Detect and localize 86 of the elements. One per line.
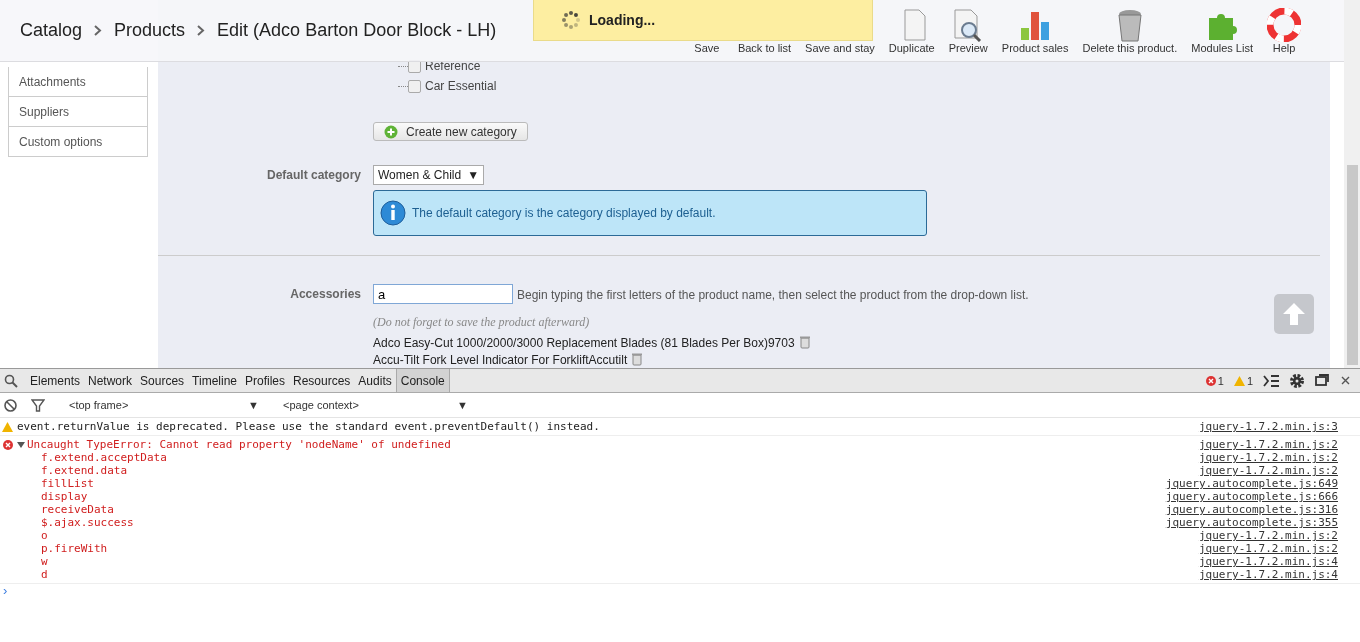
sidebar-item[interactable]: Suppliers [8, 97, 148, 127]
hint-text: Begin typing the first letters of the product name, then select the product from the drop-down list. [517, 287, 1029, 304]
toolbar-button[interactable]: Modules List [1184, 6, 1260, 54]
accessory-name: Accu-Tilt Fork Level Indicator For ForkliftAccutilt [373, 352, 628, 367]
stack-frame: o [41, 529, 48, 542]
source-link[interactable]: jquery.autocomplete.js:666 [1165, 490, 1338, 503]
toolbar-button[interactable]: Save and stay [798, 42, 882, 54]
message-text: event.returnValue is deprecated. Please use the standard event.preventDefault() instead. [17, 420, 600, 433]
source-link[interactable]: jquery.autocomplete.js:649 [1165, 477, 1338, 490]
devtools-tab[interactable]: Timeline [188, 369, 241, 392]
warning-count: 1 [1246, 374, 1253, 387]
context-select[interactable]: <page context> ▼ [273, 399, 468, 411]
expand-arrow-icon[interactable] [17, 440, 25, 449]
settings-icon[interactable] [1289, 372, 1305, 389]
breadcrumb-item[interactable]: Catalog [20, 20, 83, 41]
chevron-icon [197, 25, 206, 36]
error-icon [3, 439, 13, 450]
devtools-tab[interactable]: Network [84, 369, 137, 392]
toolbar-button[interactable]: Duplicate [881, 6, 942, 54]
error-count: 1 [1217, 374, 1224, 387]
stack-frame: display [41, 490, 88, 503]
search-icon[interactable] [4, 373, 18, 388]
breadcrumb-item: Edit (Adco Barton Door Block - LH) [217, 20, 497, 41]
prompt-icon: › [0, 583, 8, 598]
toolbar-button[interactable]: Save [682, 42, 731, 54]
stack-frame: f.extend.data [41, 464, 128, 477]
source-link[interactable]: jquery-1.7.2.min.js:2 [1198, 464, 1338, 477]
sidebar-item[interactable]: Attachments [8, 67, 148, 97]
devtools-tab[interactable]: Resources [289, 369, 355, 392]
devtools-tab[interactable]: Profiles [241, 369, 289, 392]
add-icon [384, 124, 398, 139]
document-icon [904, 9, 926, 41]
stack-frame: fillList [41, 477, 94, 490]
source-link[interactable]: jquery-1.7.2.min.js:2 [1198, 438, 1338, 451]
category-select[interactable]: Women & Child ▼ [373, 165, 485, 185]
chevron-icon [94, 25, 103, 36]
source-link[interactable]: jquery.autocomplete.js:316 [1165, 503, 1338, 516]
warning-icon [2, 421, 13, 432]
info-icon [380, 200, 406, 226]
source-link[interactable]: jquery.autocomplete.js:355 [1165, 516, 1338, 529]
source-link[interactable]: jquery-1.7.2.min.js:2 [1198, 529, 1338, 542]
field-label: Default category [265, 167, 362, 184]
sidebar-item[interactable]: Custom options [8, 127, 148, 157]
stack-frame: p.fireWith [41, 542, 108, 555]
toolbar-button[interactable]: Delete this product. [1075, 6, 1185, 54]
checkbox[interactable] [408, 79, 421, 93]
devtools-tab[interactable]: Audits [354, 369, 396, 392]
frame-select[interactable]: <top frame> ▼ [59, 399, 259, 411]
clear-icon[interactable] [4, 398, 17, 412]
stack-frame: receiveData [41, 503, 114, 516]
toolbar-button[interactable]: Product sales [994, 6, 1076, 54]
toolbar-button[interactable]: Help [1260, 6, 1308, 54]
dock-icon[interactable] [1315, 373, 1331, 388]
info-text: The default category is the category displayed by default. [412, 206, 716, 220]
create-category-button[interactable]: Create new category [373, 122, 528, 141]
filter-icon[interactable] [31, 398, 45, 412]
breadcrumb-item[interactable]: Products [114, 20, 186, 41]
drawer-icon[interactable] [1263, 374, 1279, 387]
accessories-field[interactable]: a [373, 284, 513, 304]
close-icon[interactable] [1341, 376, 1350, 385]
error-icon [1205, 375, 1216, 386]
field-label: Accessories [289, 286, 362, 303]
scrollbar[interactable] [1344, 0, 1360, 368]
loading-text: Loading... [589, 12, 656, 28]
stack-frame: f.extend.acceptData [41, 451, 167, 464]
stack-frame: w [41, 555, 48, 568]
source-link[interactable]: jquery-1.7.2.min.js:2 [1198, 451, 1338, 464]
stack-frame: $.ajax.success [41, 516, 134, 529]
warning-icon [1233, 375, 1245, 386]
spinner-icon [561, 10, 581, 30]
lifebuoy-icon [1267, 8, 1301, 42]
category-label: Car Essential [425, 79, 497, 93]
devtools-tab[interactable]: Sources [136, 369, 189, 392]
devtools-tab[interactable]: Elements [26, 369, 85, 392]
message-text: Uncaught TypeError: Cannot read property 'nodeName' of undefined [27, 438, 451, 451]
trash-icon [1116, 8, 1143, 42]
source-link[interactable]: jquery-1.7.2.min.js:4 [1198, 555, 1338, 568]
devtools-tab[interactable]: Console [395, 369, 450, 392]
source-link[interactable]: jquery-1.7.2.min.js:2 [1198, 542, 1338, 555]
toolbar-button[interactable]: Preview [941, 6, 995, 54]
source-link[interactable]: jquery-1.7.2.min.js:3 [1198, 420, 1338, 433]
note-text: (Do not forget to save the product afterward) [373, 315, 591, 330]
source-link[interactable]: jquery-1.7.2.min.js:4 [1198, 568, 1338, 581]
stack-frame: d [41, 568, 48, 581]
toolbar-button[interactable]: Back to list [730, 42, 799, 54]
accessory-name: Adco Easy-Cut 1000/2000/3000 Replacement Blades (81 Blades Per Box)9703 [373, 335, 795, 350]
